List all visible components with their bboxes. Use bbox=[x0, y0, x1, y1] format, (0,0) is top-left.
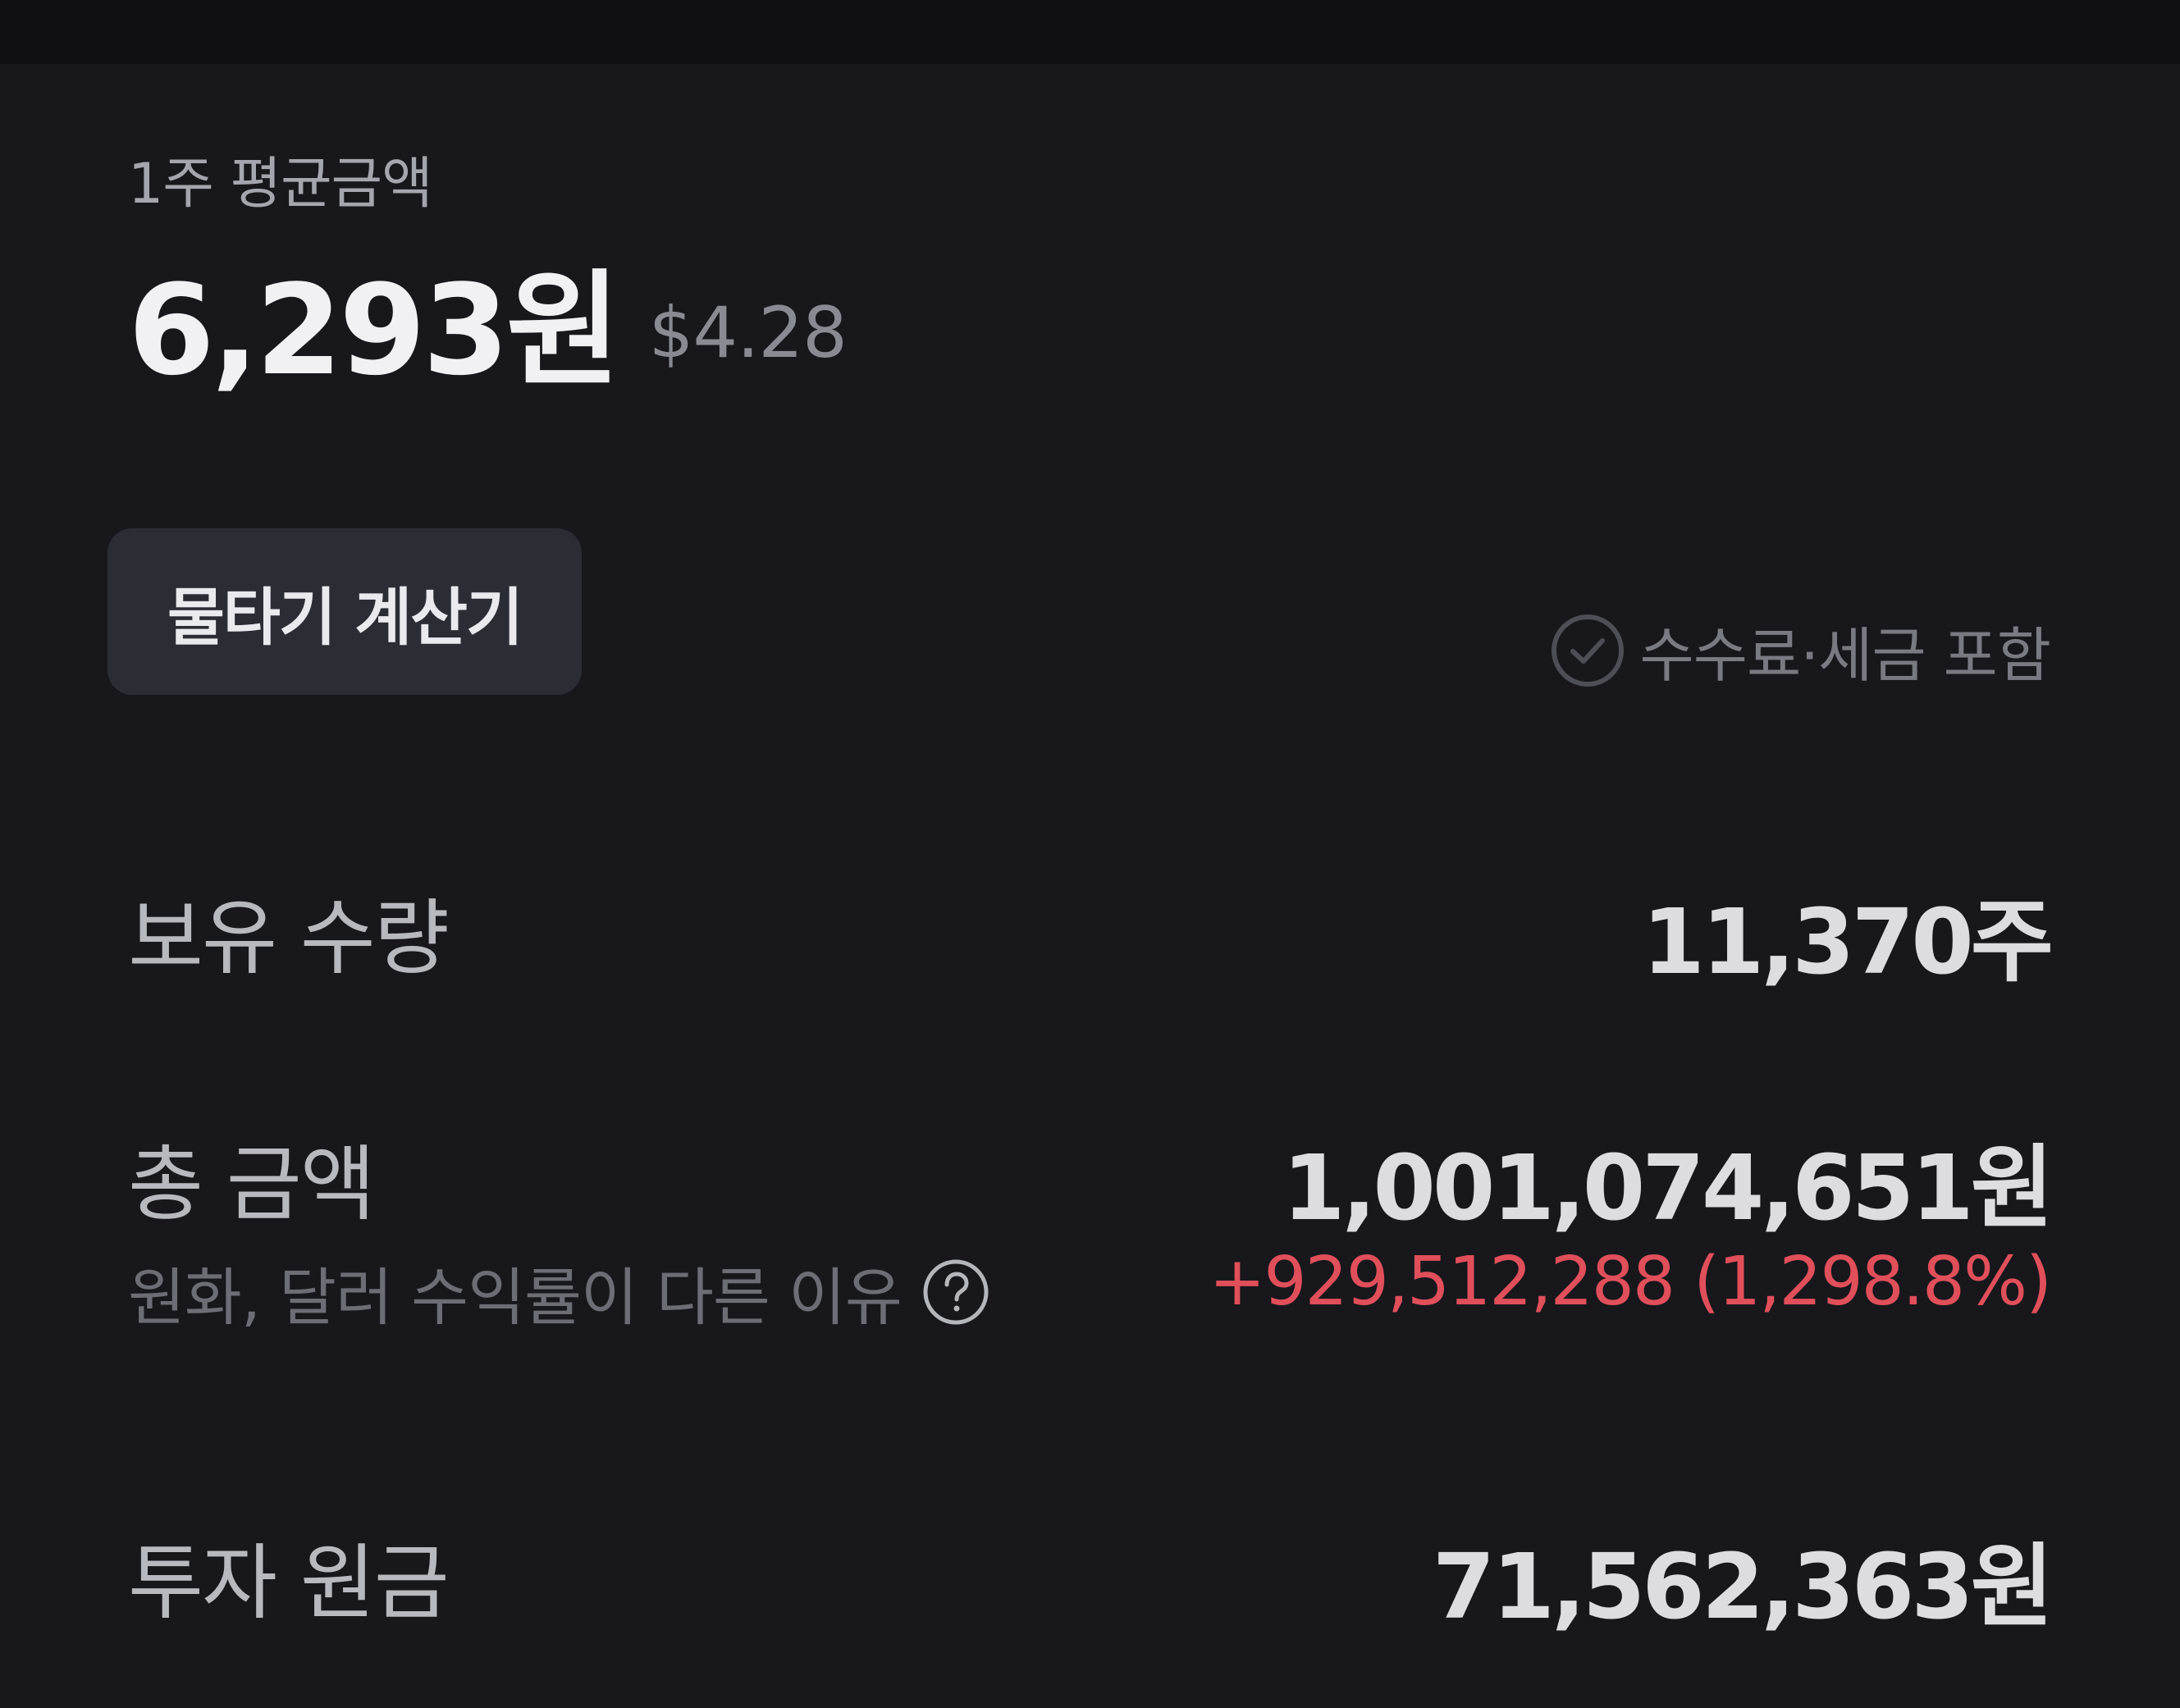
fee-tax-toggle[interactable]: 수수료·세금 포함 bbox=[1550, 607, 2051, 693]
profit-value: +929,512,288 (1,298.8%) bbox=[1209, 1243, 2052, 1321]
total-amount-value: 1,001,074,651원 bbox=[1282, 1135, 2054, 1240]
return-difference-link[interactable]: 원화, 달러 수익률이 다른 이유 bbox=[128, 1247, 990, 1337]
position-summary-screen: 1주 평균금액 6,293원 $4.28 물타기 계산기 수수료·세금 포함 보… bbox=[0, 0, 2180, 1708]
average-price-usd: $4.28 bbox=[648, 292, 848, 374]
average-price-label: 1주 평균금액 bbox=[128, 152, 433, 217]
holdings-label: 보유 수량 bbox=[128, 890, 450, 986]
average-price-row: 6,293원 $4.28 bbox=[128, 258, 848, 403]
principal-value: 71,562,363원 bbox=[1432, 1534, 2054, 1639]
check-circle-icon bbox=[1551, 614, 1624, 687]
principal-label: 투자 원금 bbox=[128, 1535, 450, 1631]
question-circle-icon bbox=[923, 1259, 989, 1325]
fee-tax-label: 수수료·세금 포함 bbox=[1639, 621, 2051, 690]
averaging-calculator-button[interactable]: 물타기 계산기 bbox=[107, 528, 582, 695]
average-price-krw: 6,293원 bbox=[128, 258, 621, 403]
holdings-value: 11,370주 bbox=[1642, 889, 2054, 994]
return-difference-label: 원화, 달러 수익률이 다른 이유 bbox=[128, 1261, 903, 1334]
top-strip bbox=[0, 0, 2180, 64]
total-amount-label: 총 금액 bbox=[128, 1136, 376, 1232]
